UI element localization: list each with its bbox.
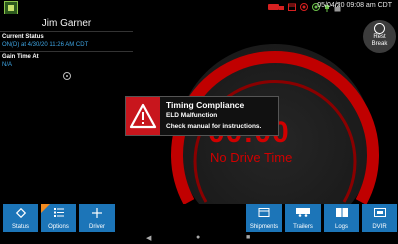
logs-button-label: Logs [334, 224, 348, 230]
drive-time-subtitle: No Drive Time [210, 150, 293, 165]
status-bar: 05/04/20 09:08 am CDT [0, 0, 398, 15]
alert-icon-box [126, 97, 160, 135]
gain-time-value: N/A [2, 62, 13, 68]
calendar-icon [288, 3, 296, 11]
truck-icon [268, 4, 284, 10]
options-button[interactable]: Options [41, 204, 76, 232]
plus-icon [92, 208, 102, 218]
alert-title: Timing Compliance [166, 100, 245, 110]
alert-instructions: Check manual for instructions. [166, 123, 262, 130]
box-icon [258, 208, 270, 217]
driver-button-label: Driver [89, 224, 105, 230]
divider [0, 31, 133, 32]
gain-time-label: Gain Time At [2, 54, 39, 60]
rest-break-line2: Break [371, 41, 388, 47]
diamond-icon [15, 208, 26, 218]
list-icon [53, 208, 64, 217]
logs-button[interactable]: Logs [324, 204, 359, 232]
driver-panel: Jim Garner Current Status ON(D) at 4/30/… [0, 14, 133, 204]
expand-icon[interactable] [63, 72, 71, 80]
rest-break-button[interactable]: Rest Break [363, 20, 396, 53]
wifi-icon [300, 3, 308, 11]
clock-icon [374, 23, 385, 34]
home-icon[interactable]: ● [196, 234, 200, 241]
options-button-label: Options [48, 224, 69, 230]
app-icon [4, 1, 18, 15]
trailer-icon [296, 208, 310, 217]
dvir-button-label: DVIR [372, 224, 387, 230]
timing-compliance-alert[interactable]: Timing Compliance ELD Malfunction Check … [125, 96, 279, 136]
book-icon [335, 208, 348, 217]
status-button[interactable]: Status [3, 204, 38, 232]
shipments-button[interactable]: Shipments [246, 204, 282, 232]
recents-icon[interactable]: ■ [246, 234, 250, 241]
divider [0, 51, 133, 52]
shipments-button-label: Shipments [249, 224, 279, 230]
corner-flag-icon [41, 204, 50, 213]
system-nav-bar: ◀ ● ■ [0, 232, 398, 244]
current-status-label: Current Status [2, 34, 44, 40]
driver-name: Jim Garner [41, 18, 92, 29]
inspection-icon [373, 208, 386, 217]
alert-message: ELD Malfunction [166, 112, 218, 119]
driver-button[interactable]: Driver [79, 204, 115, 232]
trailers-button[interactable]: Trailers [285, 204, 321, 232]
current-status-value: ON(D) at 4/30/20 11:26 AM CDT [2, 42, 89, 48]
warning-icon [129, 103, 157, 129]
back-icon[interactable]: ◀ [146, 234, 151, 242]
trailers-button-label: Trailers [293, 224, 313, 230]
dvir-button[interactable]: DVIR [362, 204, 397, 232]
status-button-label: Status [11, 224, 29, 230]
rest-break-line1: Rest [373, 34, 386, 40]
clock-text: 05/04/20 09:08 am CDT [317, 2, 392, 9]
